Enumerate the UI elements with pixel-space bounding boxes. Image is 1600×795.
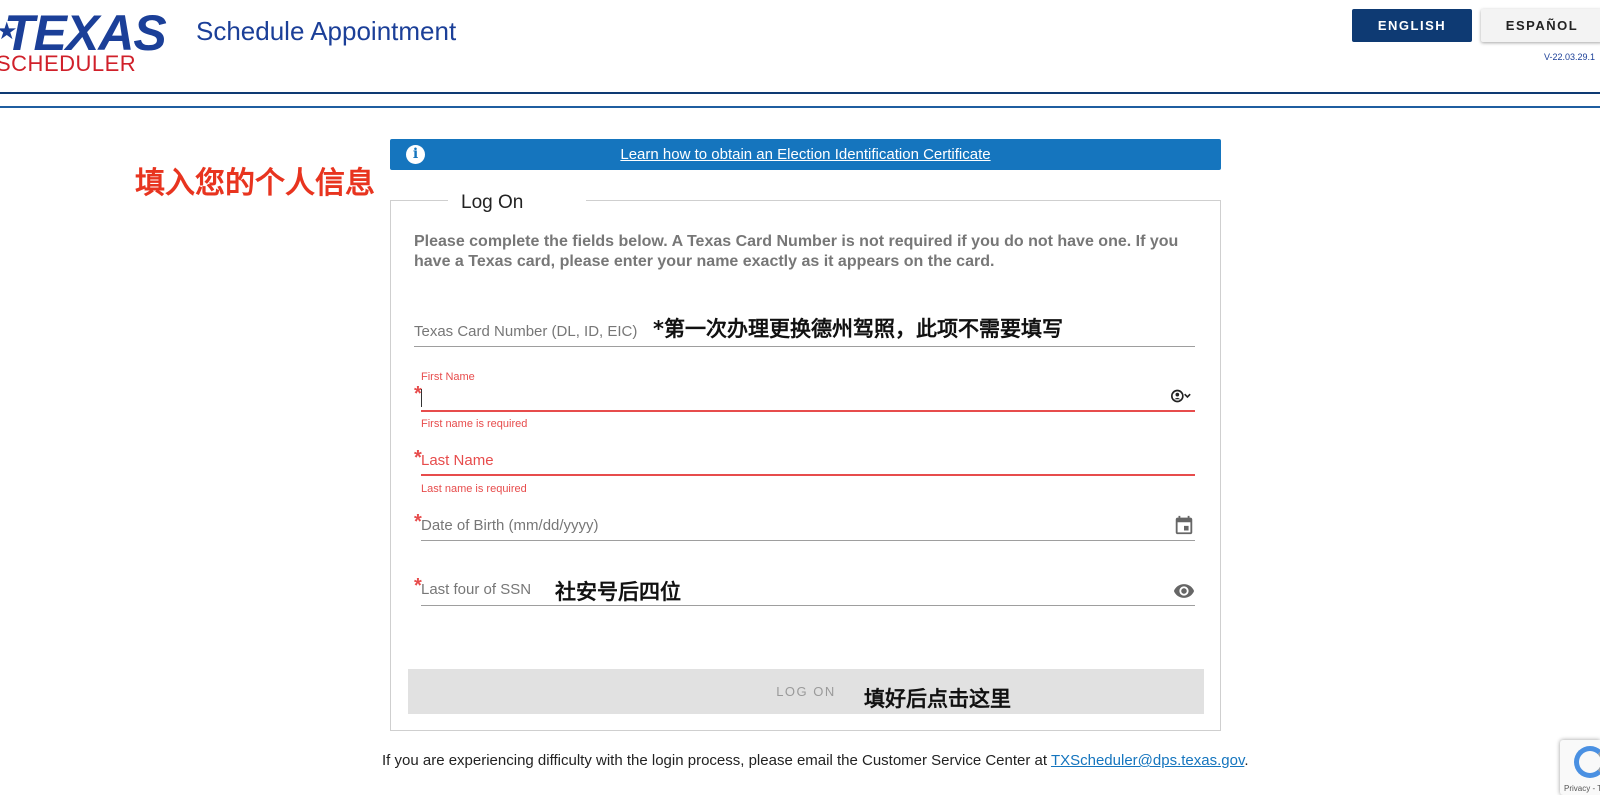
annotation-card-note: *第一次办理更换德州驾照，此项不需要填写 bbox=[653, 317, 1063, 341]
annotation-fill-personal-info: 填入您的个人信息 bbox=[135, 166, 375, 201]
espanol-button[interactable]: ESPAÑOL bbox=[1481, 9, 1600, 42]
info-icon: i bbox=[406, 145, 425, 164]
logo-text-bottom: SCHEDULER bbox=[0, 51, 137, 76]
last-name-error: Last name is required bbox=[421, 483, 527, 495]
annotation-ssn-note: 社安号后四位 bbox=[555, 580, 681, 604]
site-header: ★ TEXAS SCHEDULER Schedule Appointment E… bbox=[0, 0, 1600, 94]
info-banner: Learn how to obtain an Election Identifi… bbox=[390, 139, 1221, 170]
ssn-label: Last four of SSN bbox=[421, 581, 532, 598]
last-name-label: Last Name bbox=[421, 452, 494, 469]
footer-help-text: If you are experiencing difficulty with … bbox=[382, 752, 1249, 769]
annotation-click-here: 填好后点击这里 bbox=[864, 687, 1011, 711]
form-description: Please complete the fields below. A Texa… bbox=[414, 233, 1179, 270]
card-number-label: Texas Card Number (DL, ID, EIC) bbox=[414, 323, 638, 340]
logon-button[interactable]: LOG ON bbox=[408, 669, 1204, 714]
texas-scheduler-logo[interactable]: ★ TEXAS SCHEDULER bbox=[0, 5, 180, 75]
support-email-link[interactable]: TXScheduler@dps.texas.gov bbox=[1051, 752, 1244, 769]
footer-text-before: If you are experiencing difficulty with … bbox=[382, 752, 1051, 769]
logon-button-label: LOG ON bbox=[776, 684, 836, 699]
text-cursor bbox=[421, 389, 422, 407]
calendar-icon[interactable] bbox=[1173, 514, 1195, 536]
first-name-error: First name is required bbox=[421, 418, 528, 430]
footer-text-after: . bbox=[1244, 752, 1249, 769]
recaptcha-text: Privacy - T bbox=[1564, 784, 1600, 793]
card-number-underline bbox=[414, 346, 1195, 347]
last-name-underline bbox=[421, 474, 1195, 476]
page-title: Schedule Appointment bbox=[196, 16, 457, 46]
visibility-eye-icon[interactable] bbox=[1173, 580, 1195, 602]
first-name-label: First Name bbox=[421, 371, 475, 383]
logon-legend: Log On bbox=[448, 190, 586, 216]
first-name-underline bbox=[421, 410, 1195, 412]
version-label: V-22.03.29.1 bbox=[1544, 52, 1596, 62]
dob-label: Date of Birth (mm/dd/yyyy) bbox=[421, 517, 599, 534]
recaptcha-badge[interactable]: Privacy - T bbox=[1560, 740, 1600, 795]
election-certificate-link[interactable]: Learn how to obtain an Election Identifi… bbox=[390, 139, 1221, 170]
recaptcha-icon bbox=[1574, 746, 1600, 778]
logo-text-top: TEXAS bbox=[4, 5, 167, 61]
autofill-contact-icon[interactable] bbox=[1170, 385, 1192, 407]
ssn-underline bbox=[421, 605, 1195, 606]
header-divider bbox=[0, 106, 1600, 108]
english-button[interactable]: ENGLISH bbox=[1352, 9, 1472, 42]
logon-panel bbox=[390, 200, 1221, 731]
dob-underline bbox=[421, 540, 1195, 541]
